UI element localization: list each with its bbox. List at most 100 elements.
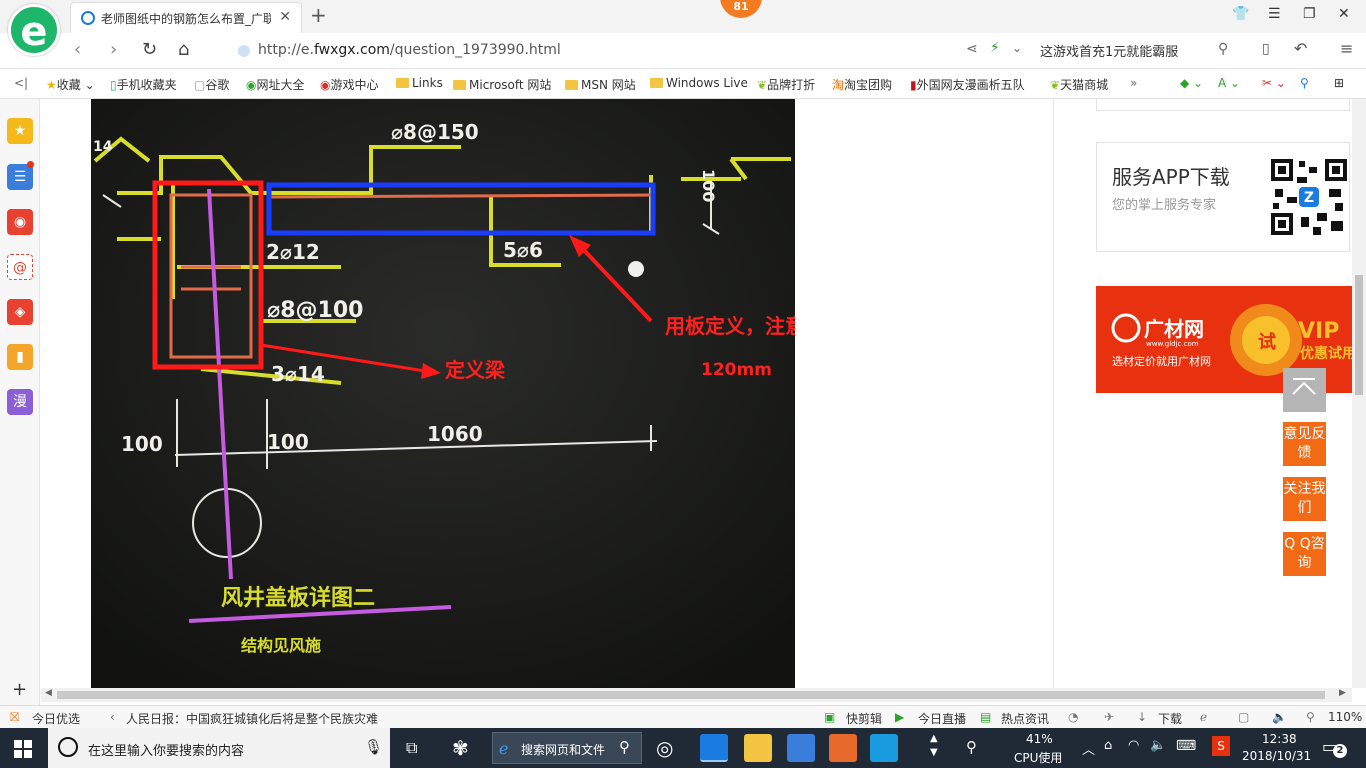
label-rebar-5: 5⌀6: [503, 238, 543, 262]
bookmark-item[interactable]: MSN 网站: [565, 76, 636, 93]
zoom-icon[interactable]: ⚲: [1306, 710, 1315, 724]
feedback-button[interactable]: 意见反馈: [1283, 422, 1326, 466]
hot-news-link[interactable]: 热点资讯: [1001, 710, 1049, 727]
horizontal-scroll-thumb[interactable]: [57, 691, 1325, 699]
book-icon[interactable]: ▮: [7, 344, 33, 370]
news-prev-icon[interactable]: ‹: [110, 710, 115, 724]
bookmark-item[interactable]: Links: [396, 76, 443, 90]
live-link[interactable]: 今日直播: [918, 710, 966, 727]
close-window-icon[interactable]: ✕: [1338, 6, 1350, 22]
undo-icon[interactable]: ↶: [1294, 39, 1307, 58]
sound-icon[interactable]: 🔈: [1272, 710, 1287, 724]
volume-icon[interactable]: 🔈: [1150, 738, 1166, 753]
scroll-left-icon[interactable]: ◀: [45, 688, 52, 698]
horizontal-scrollbar[interactable]: ◀ ▶: [41, 688, 1352, 702]
chevron-down-icon[interactable]: ⌄: [1012, 41, 1022, 55]
bookmark-item[interactable]: ▯手机收藏夹: [110, 76, 177, 93]
microphone-icon[interactable]: 🎙: [364, 738, 383, 756]
weibo-icon[interactable]: ◉: [7, 209, 33, 235]
qr-code-icon[interactable]: Z: [1269, 157, 1349, 237]
app-download-card[interactable]: 服务APP下载 您的掌上服务专家 Z: [1096, 142, 1350, 252]
browser-tab[interactable]: 老师图纸中的钢筋怎么布置_广联 ✕: [70, 2, 302, 33]
close-tab-icon[interactable]: ✕: [279, 9, 291, 25]
bookmark-item[interactable]: Windows Live: [650, 76, 748, 90]
plus-app-taskbar-icon[interactable]: [870, 734, 898, 762]
share-icon[interactable]: ⋖: [966, 41, 978, 57]
shirt-icon[interactable]: 👕: [1232, 6, 1249, 22]
news-ticker[interactable]: 人民日报：中国疯狂城镇化后将是整个民族灾难: [126, 710, 378, 727]
add-icon[interactable]: +: [12, 679, 27, 700]
url-field[interactable]: http://e.fwxgx.com/question_1973990.html: [258, 42, 561, 58]
comic-icon[interactable]: 漫: [7, 389, 33, 415]
label-dim-mid: 100: [267, 430, 309, 454]
collapse-icon[interactable]: <|: [14, 76, 28, 90]
pdf-taskbar-icon[interactable]: [829, 734, 857, 762]
wifi-icon[interactable]: ◠: [1128, 738, 1139, 753]
window-icon[interactable]: ▢: [1238, 710, 1249, 724]
vertical-scroll-thumb[interactable]: [1355, 275, 1363, 395]
network-icon[interactable]: ⌂: [1104, 738, 1112, 753]
bookmark-item[interactable]: ▮外国网友漫画析五队: [910, 76, 1025, 93]
notification-badge[interactable]: 81: [720, 0, 762, 18]
back-icon[interactable]: ‹: [74, 39, 81, 60]
bookmark-item[interactable]: ★收藏 ⌄: [46, 76, 95, 93]
magnifier-icon[interactable]: ⚲: [1300, 76, 1309, 90]
pin-icon[interactable]: ✈: [1104, 710, 1114, 724]
chevron-up-icon[interactable]: ︿: [1082, 739, 1095, 758]
home-icon[interactable]: ⌂: [178, 39, 189, 60]
taskbar-search-box[interactable]: 在这里输入你要搜索的内容 🎙: [48, 728, 390, 768]
refresh-icon[interactable]: ↻: [142, 39, 157, 60]
more-bookmarks-icon[interactable]: »: [1130, 76, 1137, 90]
back-to-top-button[interactable]: [1283, 368, 1326, 412]
qq-consult-button[interactable]: Q Q咨询: [1283, 532, 1326, 576]
clock-time[interactable]: 12:38: [1262, 732, 1297, 746]
shield-icon[interactable]: ◆ ⌄: [1180, 76, 1203, 90]
search-input[interactable]: 这游戏首充1元就能霸服: [1040, 41, 1240, 60]
web-search-box[interactable]: ℯ 搜索网页和文件 ⚲: [492, 732, 642, 764]
chrome-app-icon[interactable]: ◎: [656, 736, 673, 760]
today-picks-link[interactable]: 今日优选: [32, 710, 80, 727]
task-view-icon[interactable]: ⧉: [406, 738, 417, 758]
clock-date[interactable]: 2018/10/31: [1242, 749, 1311, 763]
bookmark-item[interactable]: ◉网址大全: [246, 76, 305, 93]
scissors-icon[interactable]: ✂ ⌄: [1262, 76, 1286, 90]
translate-icon[interactable]: A ⌄: [1218, 76, 1240, 90]
browser-logo-icon[interactable]: e: [8, 4, 60, 56]
scroll-right-icon[interactable]: ▶: [1339, 688, 1346, 698]
game-icon[interactable]: ◈: [7, 299, 33, 325]
new-tab-button[interactable]: +: [310, 3, 327, 27]
zoom-level[interactable]: 110%: [1328, 710, 1362, 724]
bookmark-item[interactable]: ◉游戏中心: [320, 76, 379, 93]
bookmark-item[interactable]: ❦天猫商城: [1050, 76, 1108, 93]
fan-app-icon[interactable]: ✾: [452, 736, 469, 760]
banner-subtitle: 优惠试用: [1300, 345, 1352, 362]
vertical-scrollbar[interactable]: [1352, 99, 1366, 688]
accelerate-icon[interactable]: ◔: [1068, 710, 1078, 724]
bookmark-item[interactable]: Microsoft 网站: [453, 76, 551, 93]
search-icon[interactable]: ⚲: [1218, 41, 1228, 57]
sogou-ime-icon[interactable]: S: [1212, 736, 1230, 756]
download-link[interactable]: 下载: [1158, 710, 1182, 727]
forward-icon[interactable]: ›: [110, 39, 117, 60]
browser-taskbar-icon[interactable]: [700, 734, 728, 762]
notepad-taskbar-icon[interactable]: [744, 734, 772, 762]
bookmark-item[interactable]: 淘淘宝团购: [832, 76, 892, 93]
apps-icon[interactable]: ⊞: [1334, 76, 1344, 90]
bookmark-item[interactable]: ▢谷歌: [194, 76, 229, 93]
windows-start-icon[interactable]: [14, 740, 32, 758]
phone-icon[interactable]: ▯: [1262, 41, 1270, 57]
star-icon[interactable]: ★: [7, 118, 33, 144]
photo-taskbar-icon[interactable]: [787, 734, 815, 762]
kuaijian-link[interactable]: 快剪辑: [846, 710, 882, 727]
menu-icon[interactable]: ☰: [1268, 6, 1281, 22]
menu-icon[interactable]: ≡: [1340, 39, 1353, 58]
keyboard-icon[interactable]: ⌨: [1176, 738, 1196, 754]
lightning-icon[interactable]: ⚡: [990, 40, 1000, 56]
follow-us-button[interactable]: 关注我们: [1283, 477, 1326, 521]
bookmark-item[interactable]: ❦品牌打折: [757, 76, 815, 93]
mail-icon[interactable]: @: [7, 254, 33, 280]
taskbar-scroll-icon[interactable]: ▲ ▼: [930, 732, 938, 760]
user-icon[interactable]: ⚲: [966, 738, 977, 756]
restore-icon[interactable]: ❐: [1303, 6, 1316, 22]
ie-mode-icon[interactable]: ℯ: [1200, 710, 1207, 724]
